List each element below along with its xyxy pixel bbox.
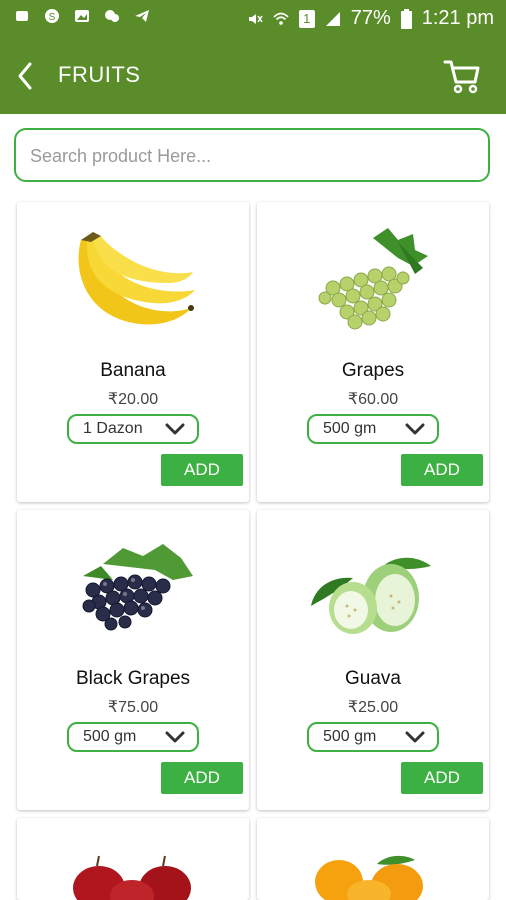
product-card-guava[interactable]: Guava ₹25.00 500 gm ADD [257, 510, 489, 810]
quantity-dropdown[interactable]: 1 Dazon [67, 414, 199, 444]
add-button[interactable]: ADD [161, 762, 243, 794]
skype-icon: S [45, 9, 59, 23]
signal-icon [325, 11, 340, 26]
cart-icon[interactable] [442, 56, 482, 96]
chevron-down-icon [165, 731, 185, 743]
product-price: ₹60.00 [347, 391, 399, 408]
black-grapes-image [82, 544, 193, 631]
guava-image [311, 557, 431, 634]
add-button[interactable]: ADD [401, 762, 483, 794]
notification-icons: S [14, 8, 150, 24]
status-bar: S 1 77% 1:21 pm [0, 0, 506, 38]
product-price: ₹20.00 [107, 391, 159, 408]
chevron-down-icon [165, 423, 185, 435]
quantity-value: 500 gm [323, 420, 377, 437]
banana-image [78, 232, 195, 325]
quantity-dropdown[interactable]: 500 gm [307, 722, 439, 752]
product-card-banana[interactable]: Banana ₹20.00 1 Dazon ADD [17, 202, 249, 502]
page-title: FRUITS [58, 62, 141, 87]
product-name: Banana [100, 360, 166, 381]
product-name: Black Grapes [75, 668, 191, 689]
gallery-icon [75, 10, 89, 22]
quantity-dropdown[interactable]: 500 gm [307, 414, 439, 444]
quantity-value: 500 gm [83, 728, 137, 745]
chat-icon [105, 10, 119, 22]
notification-icon [16, 11, 28, 21]
product-card-orange[interactable] [257, 818, 489, 900]
telegram-icon [135, 10, 149, 22]
add-button[interactable]: ADD [161, 454, 243, 486]
add-button[interactable]: ADD [401, 454, 483, 486]
grapes-image [318, 228, 428, 330]
battery-percent: 77% [350, 7, 391, 29]
product-name: Grapes [341, 360, 405, 381]
search-input[interactable] [28, 130, 472, 182]
search-box [14, 128, 490, 182]
product-name: Guava [345, 668, 401, 689]
wifi-icon [273, 12, 289, 25]
app-bar: FRUITS [0, 38, 506, 114]
sim-indicator: 1 [298, 9, 315, 28]
svg-text:S: S [49, 12, 56, 23]
quantity-value: 1 Dazon [83, 420, 143, 437]
battery-icon [400, 8, 412, 29]
clock: 1:21 pm [421, 7, 494, 29]
product-card-black-grapes[interactable]: Black Grapes ₹75.00 500 gm ADD [17, 510, 249, 810]
product-price: ₹75.00 [107, 699, 159, 716]
product-card-grapes[interactable]: Grapes ₹60.00 500 gm ADD [257, 202, 489, 502]
apple-image [73, 855, 191, 900]
chevron-down-icon [405, 423, 425, 435]
product-price: ₹25.00 [347, 699, 399, 716]
quantity-dropdown[interactable]: 500 gm [67, 722, 199, 752]
product-card-apple[interactable] [17, 818, 249, 900]
orange-image [315, 855, 423, 900]
back-chevron-icon[interactable] [12, 60, 40, 92]
system-status: 1 77% 1:21 pm [247, 7, 494, 30]
quantity-value: 500 gm [323, 728, 377, 745]
mute-icon [248, 13, 263, 24]
chevron-down-icon [405, 731, 425, 743]
